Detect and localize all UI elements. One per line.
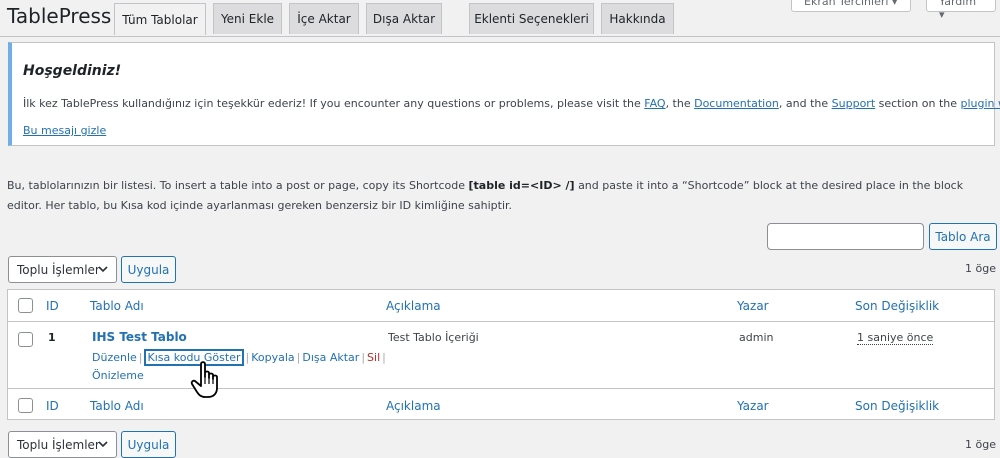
notice-text-part: İlk kez TablePress kullandığınız için te… <box>23 97 644 110</box>
hand-cursor-icon <box>190 360 226 400</box>
plugin-website-link[interactable]: plugin website <box>961 97 1000 110</box>
copy-link[interactable]: Kopyala <box>251 351 294 364</box>
faq-link[interactable]: FAQ <box>644 97 665 110</box>
separator: | <box>361 351 365 364</box>
help-label: Yardım <box>939 0 976 8</box>
tables-list: ID Tablo Adı Açıklama Yazar Son Değişikl… <box>7 289 995 420</box>
screen-options-label: Ekran Tercihleri <box>804 0 888 8</box>
apply-button-bottom[interactable]: Uygula <box>121 431 176 458</box>
row-author: admin <box>739 331 773 344</box>
tab-add-new[interactable]: Yeni Ekle <box>213 3 282 34</box>
hide-message-link[interactable]: Bu mesajı gizle <box>23 124 106 137</box>
tab-plugin-options[interactable]: Eklenti Seçenekleri <box>469 3 594 34</box>
column-description[interactable]: Açıklama <box>386 299 441 313</box>
intro-text-part: Bu, tablolarınızın bir listesi. To inser… <box>7 179 469 192</box>
documentation-link[interactable]: Documentation <box>694 97 779 110</box>
chevron-down-icon <box>98 439 108 449</box>
footer-divider <box>8 388 994 389</box>
item-count-bottom: 1 öge <box>965 438 996 451</box>
separator: | <box>245 351 249 364</box>
screen-options-button[interactable]: Ekran Tercihleri ▾ <box>791 0 911 12</box>
column-table-name[interactable]: Tablo Adı <box>90 299 144 313</box>
column-id[interactable]: ID <box>46 299 59 313</box>
tab-import[interactable]: İçe Aktar <box>289 3 359 34</box>
row-id: 1 <box>48 331 56 344</box>
search-tables-button[interactable]: Tablo Ara <box>929 223 997 250</box>
export-link[interactable]: Dışa Aktar <box>302 351 359 364</box>
edit-link[interactable]: Düzenle <box>92 351 137 364</box>
shortcode-example: [table id=<ID> /] <box>469 179 575 192</box>
select-all-checkbox-footer[interactable] <box>18 398 33 413</box>
column-author-footer[interactable]: Yazar <box>737 399 769 413</box>
modified-time: 1 saniye önce <box>857 331 933 345</box>
tab-export[interactable]: Dışa Aktar <box>366 3 442 34</box>
intro-text: Bu, tablolarınızın bir listesi. To inser… <box>7 176 997 216</box>
delete-link[interactable]: Sil <box>367 351 380 364</box>
notice-text-part: , and the <box>779 97 832 110</box>
bulk-actions-selected: Toplu İşlemler <box>17 438 100 452</box>
notice-text: İlk kez TablePress kullandığınız için te… <box>23 97 1000 110</box>
header-divider <box>8 321 994 322</box>
row-actions: Düzenle|Kısa kodu Göster|Kopyala|Dışa Ak… <box>92 349 388 385</box>
notice-title: Hoşgeldiniz! <box>23 63 121 79</box>
row-last-modified: 1 saniye önce <box>857 331 933 344</box>
bulk-actions-select-top[interactable]: Toplu İşlemler <box>8 256 117 283</box>
row-description: Test Tablo İçeriği <box>388 331 479 344</box>
welcome-notice: Hoşgeldiniz! İlk kez TablePress kullandı… <box>8 42 995 146</box>
row-checkbox[interactable] <box>18 332 33 347</box>
bulk-actions-select-bottom[interactable]: Toplu İşlemler <box>8 431 117 458</box>
column-id-footer[interactable]: ID <box>46 399 59 413</box>
chevron-down-icon <box>98 264 108 274</box>
separator: | <box>297 351 301 364</box>
column-author[interactable]: Yazar <box>737 299 769 313</box>
bulk-actions-selected: Toplu İşlemler <box>17 263 100 277</box>
apply-button-top[interactable]: Uygula <box>121 256 176 283</box>
column-last-modified-footer[interactable]: Son Değişiklik <box>855 399 939 413</box>
notice-text-part: , the <box>666 97 695 110</box>
separator: | <box>139 351 143 364</box>
brand-title: TablePress <box>7 4 111 28</box>
search-input[interactable] <box>767 223 924 250</box>
support-link[interactable]: Support <box>832 97 875 110</box>
row-table-name[interactable]: IHS Test Tablo <box>92 330 187 344</box>
tab-all-tables[interactable]: Tüm Tablolar <box>114 3 206 35</box>
item-count-top: 1 öge <box>965 262 996 275</box>
column-last-modified[interactable]: Son Değişiklik <box>855 299 939 313</box>
column-description-footer[interactable]: Açıklama <box>386 399 441 413</box>
tabs-divider <box>0 36 1000 37</box>
column-table-name-footer[interactable]: Tablo Adı <box>90 399 144 413</box>
separator: | <box>382 351 386 364</box>
preview-link[interactable]: Önizleme <box>92 369 144 382</box>
notice-text-part: section on the <box>875 97 960 110</box>
tab-about[interactable]: Hakkında <box>601 3 674 34</box>
select-all-checkbox[interactable] <box>18 298 33 313</box>
help-button[interactable]: Yardım ▾ <box>926 0 996 12</box>
